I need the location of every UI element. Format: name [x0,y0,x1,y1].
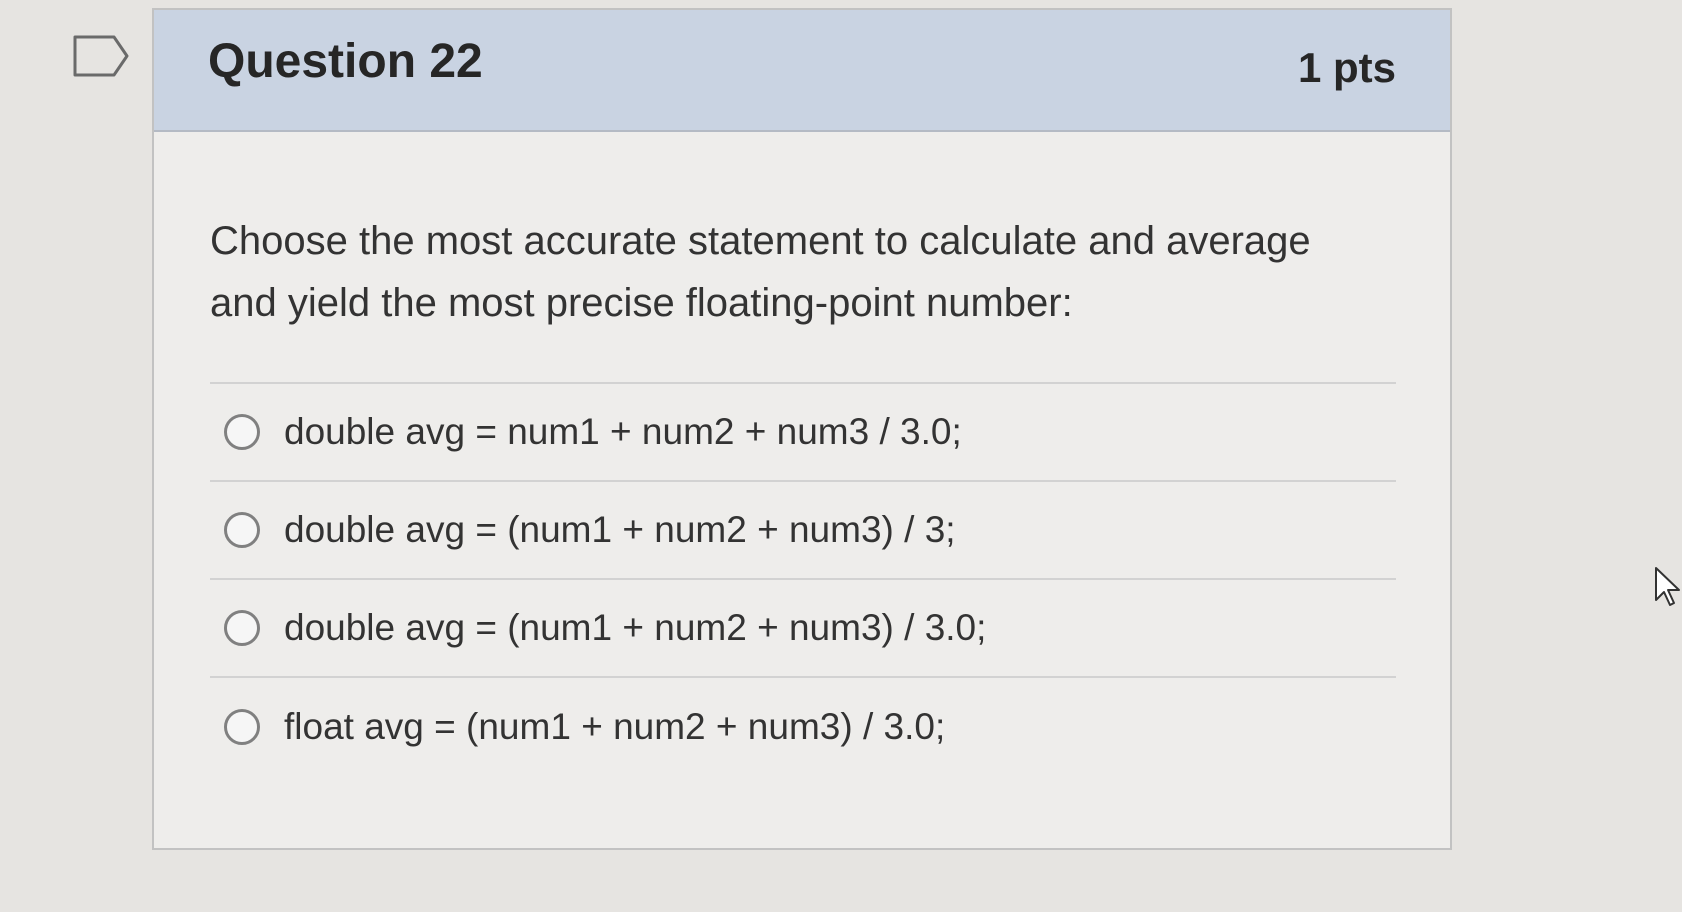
radio-button-icon[interactable] [224,610,260,646]
mouse-pointer-shape [1655,567,1680,606]
answer-label[interactable]: float avg = (num1 + num2 + num3) / 3.0; [284,706,945,748]
answer-label[interactable]: double avg = (num1 + num2 + num3) / 3.0; [284,607,986,649]
flag-question-shape [73,35,129,77]
radio-button-icon[interactable] [224,414,260,450]
mouse-pointer-icon [1652,564,1682,608]
answer-label[interactable]: double avg = num1 + num2 + num3 / 3.0; [284,411,962,453]
radio-button-icon[interactable] [224,709,260,745]
flag-question-icon[interactable] [72,34,130,78]
answer-label[interactable]: double avg = (num1 + num2 + num3) / 3; [284,509,956,551]
answer-option-3[interactable]: double avg = (num1 + num2 + num3) / 3.0; [210,580,1396,678]
question-text: Choose the most accurate statement to ca… [210,219,1311,325]
answer-option-4[interactable]: float avg = (num1 + num2 + num3) / 3.0; [210,678,1396,776]
question-card: Question 22 1 pts Choose the most accura… [152,8,1452,850]
radio-button-icon[interactable] [224,512,260,548]
answer-list: double avg = num1 + num2 + num3 / 3.0; d… [210,382,1396,776]
question-body: Choose the most accurate statement to ca… [154,132,1450,776]
answer-option-2[interactable]: double avg = (num1 + num2 + num3) / 3; [210,482,1396,580]
question-points: 1 pts [1297,44,1396,91]
answer-option-1[interactable]: double avg = num1 + num2 + num3 / 3.0; [210,384,1396,482]
question-title: Question 22 [208,34,483,88]
question-header: Question 22 1 pts [154,10,1450,132]
